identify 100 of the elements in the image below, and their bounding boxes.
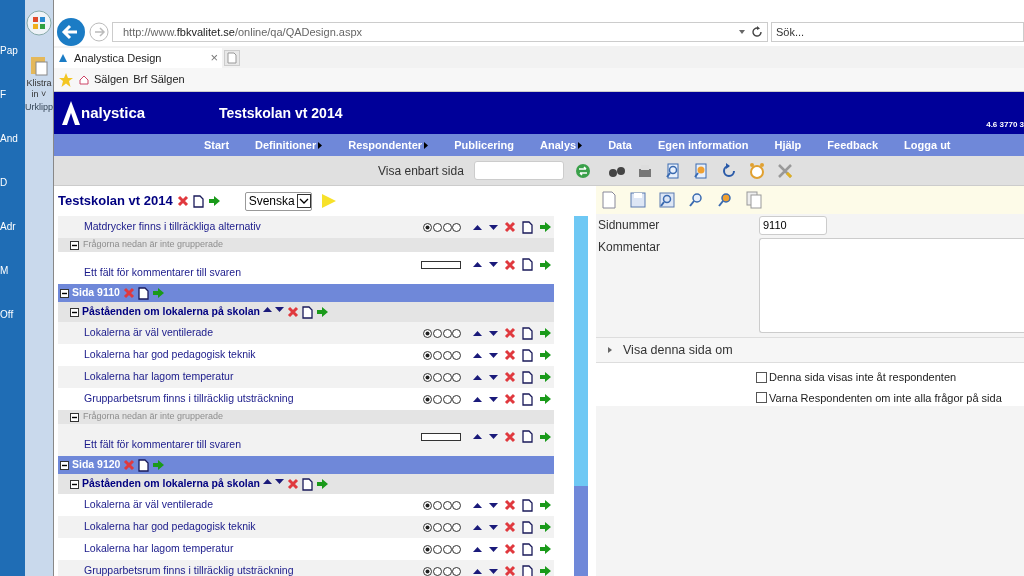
move-down-icon[interactable] <box>489 352 498 358</box>
move-up-icon[interactable] <box>263 306 272 312</box>
move-up-icon[interactable] <box>263 478 272 484</box>
delete-icon[interactable] <box>504 371 516 383</box>
favorite-link[interactable]: Brf Sälgen <box>133 71 185 88</box>
checkbox-label[interactable]: Varna Respondenten om inte alla frågor på sida <box>769 389 1002 406</box>
back-icon[interactable] <box>56 17 86 47</box>
move-down-icon[interactable] <box>489 330 498 336</box>
tab-close[interactable]: × <box>210 48 218 68</box>
collapse-icon[interactable] <box>70 412 79 422</box>
delete-icon[interactable] <box>504 258 516 271</box>
document-icon[interactable] <box>522 326 533 340</box>
delete-icon[interactable] <box>504 221 516 233</box>
move-down-icon[interactable] <box>275 478 284 484</box>
document-icon[interactable] <box>522 520 533 534</box>
document-icon[interactable] <box>192 194 204 208</box>
office-button-icon[interactable] <box>26 10 52 36</box>
favorite-link[interactable]: Sälgen <box>94 71 129 88</box>
move-down-icon[interactable] <box>275 306 284 312</box>
collapse-icon[interactable] <box>70 307 79 317</box>
move-up-icon[interactable] <box>473 262 482 267</box>
delete-icon[interactable] <box>504 521 516 533</box>
move-down-icon[interactable] <box>489 546 498 552</box>
desktop-icon-label[interactable]: Off <box>0 310 14 320</box>
move-up-icon[interactable] <box>473 330 482 336</box>
document-icon[interactable] <box>522 430 533 443</box>
favorites-star-icon[interactable] <box>58 71 74 88</box>
move-up-icon[interactable] <box>473 374 482 380</box>
delete-icon[interactable] <box>504 327 516 339</box>
checkbox-label[interactable]: Denna sida visas inte åt respondenten <box>769 369 957 386</box>
search-icon[interactable] <box>691 161 710 180</box>
arrow-right-icon[interactable] <box>539 543 552 555</box>
desktop-icon-label[interactable]: Pap <box>0 46 18 56</box>
move-up-icon[interactable] <box>473 568 482 574</box>
dropdown-icon[interactable] <box>739 30 745 34</box>
search-icon[interactable] <box>658 191 676 209</box>
collapse-icon[interactable] <box>70 479 79 489</box>
browser-tab[interactable]: Analystica Design × <box>54 48 222 68</box>
paste-label[interactable]: Klistra <box>26 79 52 88</box>
move-up-icon[interactable] <box>473 352 482 358</box>
refresh-icon[interactable] <box>751 26 763 38</box>
checkbox[interactable] <box>756 371 767 383</box>
move-up-icon[interactable] <box>473 546 482 552</box>
document-icon[interactable] <box>302 477 313 491</box>
move-up-icon[interactable] <box>473 434 482 439</box>
question-text[interactable]: Lokalerna har lagom temperatur <box>84 541 423 557</box>
move-down-icon[interactable] <box>489 224 498 230</box>
document-icon[interactable] <box>522 258 533 271</box>
question-text[interactable]: Ett fält för kommentarer till svaren <box>84 265 421 281</box>
search-icon[interactable] <box>716 191 734 209</box>
sync-icon[interactable] <box>573 161 592 180</box>
move-down-icon[interactable] <box>489 568 498 574</box>
document-icon[interactable] <box>137 286 149 300</box>
question-text[interactable]: Lokalerna har god pedagogisk teknik <box>84 347 423 363</box>
paste-icon[interactable] <box>29 54 49 76</box>
document-icon[interactable] <box>302 305 313 319</box>
delete-icon[interactable] <box>504 543 516 555</box>
search-field[interactable]: Sök... <box>771 22 1024 42</box>
arrow-right-icon[interactable] <box>539 327 552 339</box>
desktop-icon-label[interactable]: And <box>0 134 18 144</box>
search-icon[interactable] <box>663 161 682 180</box>
collapse-icon[interactable] <box>60 460 69 470</box>
page-number-field[interactable]: 9110 <box>759 215 827 235</box>
move-down-icon[interactable] <box>489 396 498 402</box>
collapse-icon[interactable] <box>60 288 69 298</box>
arrow-right-icon[interactable] <box>539 371 552 383</box>
document-icon[interactable] <box>522 370 533 384</box>
desktop-icon-label[interactable]: Adr <box>0 222 16 232</box>
document-icon[interactable] <box>522 564 533 576</box>
scrollbar-thumb[interactable] <box>574 486 588 576</box>
arrow-right-icon[interactable] <box>539 499 552 511</box>
move-down-icon[interactable] <box>489 374 498 380</box>
move-up-icon[interactable] <box>473 396 482 402</box>
move-up-icon[interactable] <box>473 502 482 508</box>
filter-field[interactable] <box>473 161 564 180</box>
move-up-icon[interactable] <box>473 524 482 530</box>
delete-icon[interactable] <box>176 195 189 207</box>
address-bar[interactable]: http://www.fbkvalitet.se/online/qa/QADesign.aspx <box>112 22 768 42</box>
question-text[interactable]: Lokalerna är väl ventilerade <box>84 497 423 513</box>
arrow-right-icon[interactable] <box>539 521 552 533</box>
move-down-icon[interactable] <box>489 262 498 267</box>
desktop-icon-label[interactable]: M <box>0 266 9 276</box>
document-icon[interactable] <box>522 392 533 406</box>
delete-icon[interactable] <box>504 349 516 361</box>
delete-icon[interactable] <box>504 565 516 576</box>
condition-section-header[interactable]: Visa denna sida om <box>596 337 1024 363</box>
language-select[interactable]: Svenska <box>244 191 312 211</box>
delete-icon[interactable] <box>504 430 516 443</box>
arrow-right-icon[interactable] <box>539 221 552 233</box>
document-icon[interactable] <box>522 542 533 556</box>
document-icon[interactable] <box>138 458 150 472</box>
arrow-right-icon[interactable] <box>539 430 552 443</box>
paste-sub-label[interactable]: in ˅ <box>31 90 47 99</box>
checkbox[interactable] <box>756 392 767 404</box>
move-down-icon[interactable] <box>489 502 498 508</box>
arrow-right-icon[interactable] <box>539 565 552 576</box>
document-icon[interactable] <box>522 498 533 512</box>
arrow-right-icon[interactable] <box>539 349 552 361</box>
scrollbar[interactable] <box>574 216 588 576</box>
arrow-right-icon[interactable] <box>539 393 552 405</box>
